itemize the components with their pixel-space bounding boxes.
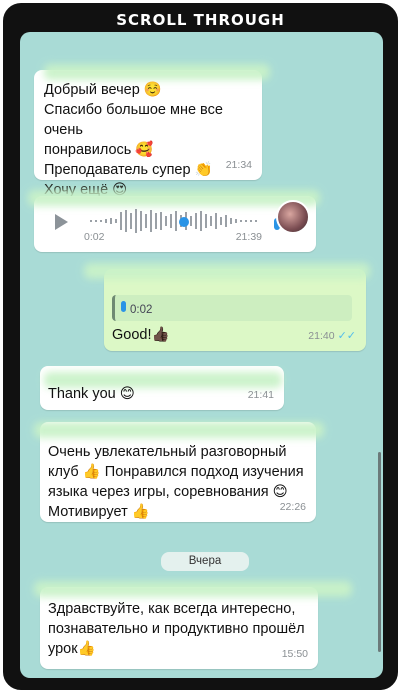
message-bubble[interactable]: Очень увлекательный разговорный клуб 👍 П… [34, 422, 324, 522]
redacted-sender [84, 263, 370, 279]
message-line: Мотивирует 👍 [48, 504, 150, 520]
playhead-handle[interactable] [179, 217, 189, 227]
redacted-sender [44, 64, 270, 80]
message-time: 21:34 [225, 159, 252, 171]
message-line: познавательно и продуктивно прошёл [48, 621, 305, 637]
date-separator: Вчера [161, 552, 249, 571]
message-line: Здравствуйте, как всегда интересно, [48, 601, 296, 617]
message-bubble[interactable]: Thank you 😊 21:41 [40, 366, 284, 410]
redacted-sender [34, 422, 324, 438]
message-time: 15:50 [281, 648, 308, 660]
message-line: клуб 👍 Понравился подход изучения [48, 464, 304, 480]
message-bubble-outgoing[interactable]: 0:02 Good!👍🏿 21:40 ✓✓ [84, 263, 370, 351]
banner-title: SCROLL THROUGH [116, 11, 285, 29]
phone-frame: SCROLL THROUGH Добрый вечер ☺️ Спасибо б… [3, 3, 398, 690]
quoted-voice-message[interactable]: 0:02 [112, 295, 352, 321]
message-line: урок👍 [48, 641, 96, 657]
redacted-sender [34, 581, 352, 597]
avatar[interactable] [276, 200, 310, 234]
message-time: 21:40 ✓✓ [308, 326, 356, 346]
voice-duration: 0:02 [84, 231, 105, 243]
message-text: Thank you 😊 [48, 386, 135, 402]
message-line: Спасибо большое мне все очень [44, 102, 223, 138]
quoted-duration: 0:02 [130, 304, 153, 316]
chat-screen[interactable]: Добрый вечер ☺️ Спасибо большое мне все … [20, 32, 383, 678]
message-time-value: 21:40 [308, 330, 335, 342]
scrollbar[interactable] [378, 452, 381, 652]
message-line: языка через игры, соревнования 😊 [48, 484, 288, 500]
message-line: Добрый вечер ☺️ [44, 82, 162, 98]
message-time: 21:41 [247, 389, 274, 401]
read-ticks-icon: ✓✓ [337, 330, 356, 342]
message-time: 22:26 [279, 501, 306, 513]
message-bubble[interactable]: Добрый вечер ☺️ Спасибо большое мне все … [34, 64, 270, 198]
message-line: Очень увлекательный разговорный [48, 444, 287, 460]
message-text: Good!👍🏿 [112, 327, 170, 343]
voice-message[interactable]: 0:02 21:39 [28, 190, 320, 252]
redacted-sender [28, 190, 320, 206]
message-bubble[interactable]: Здравствуйте, как всегда интересно, позн… [34, 581, 352, 669]
microphone-icon [121, 301, 126, 312]
play-icon[interactable] [55, 214, 68, 230]
message-time: 21:39 [235, 231, 262, 243]
